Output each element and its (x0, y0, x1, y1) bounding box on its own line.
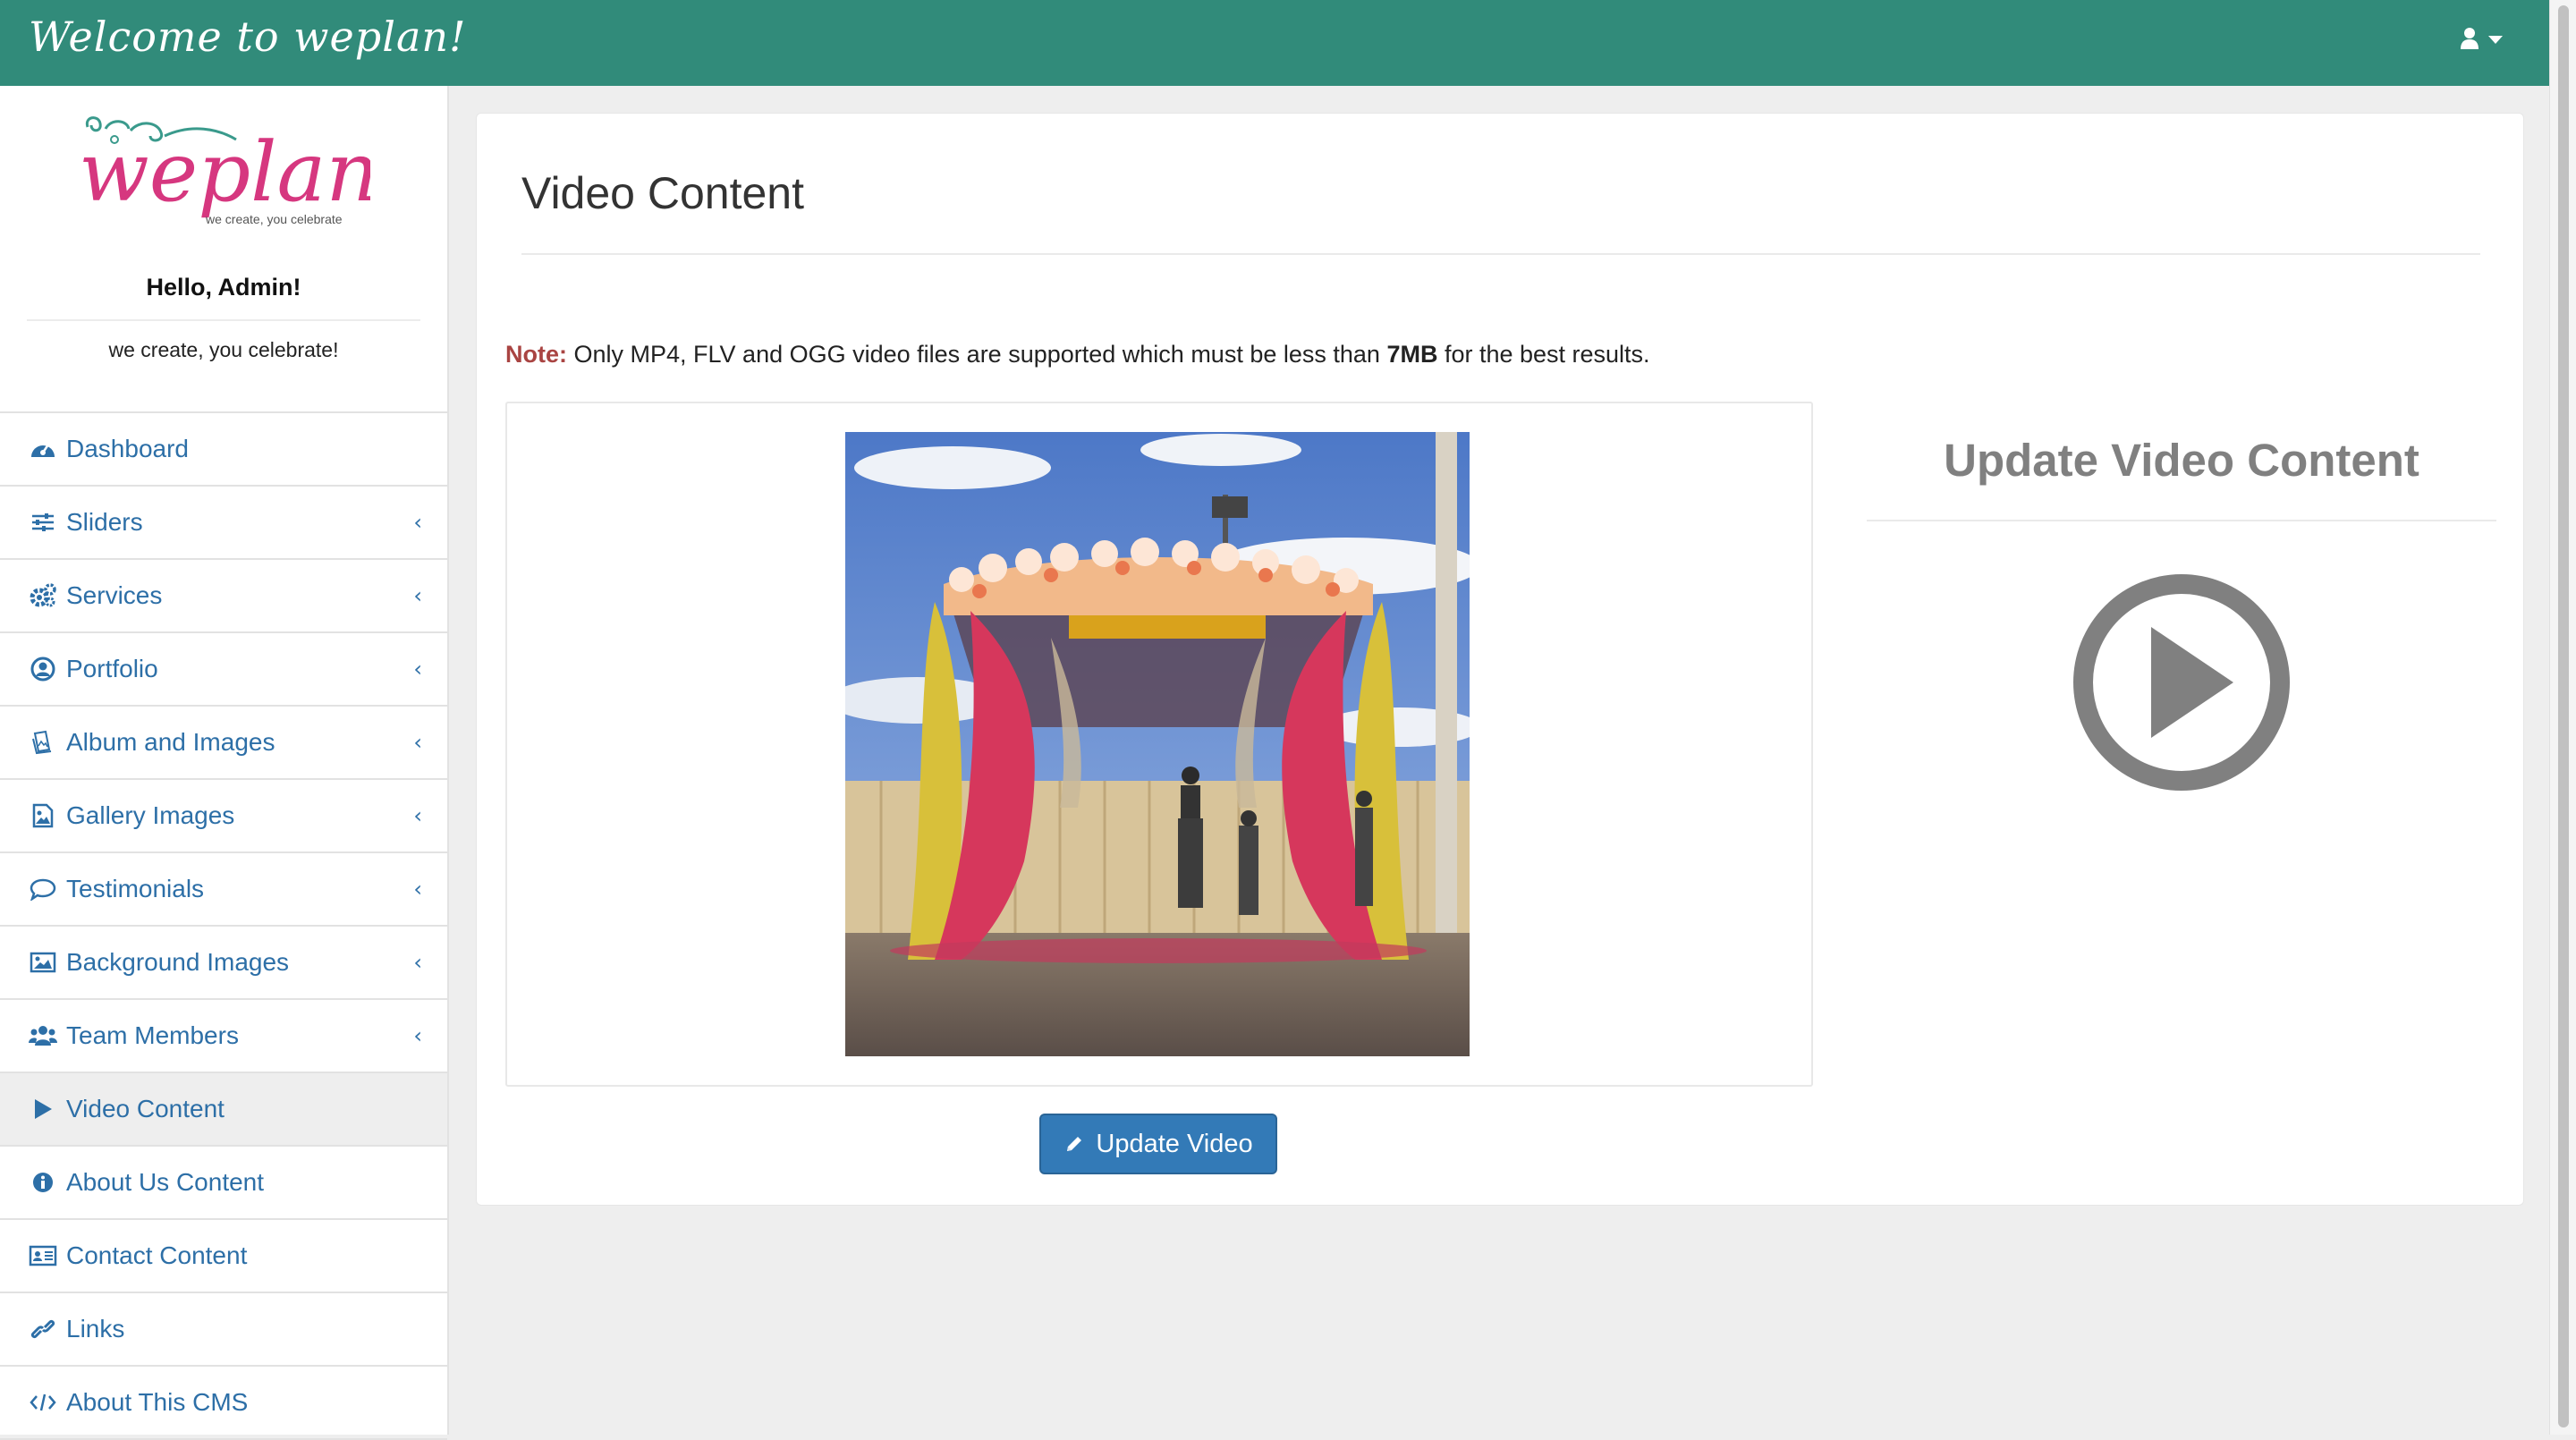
sidebar-item-sliders[interactable]: Sliders ‹ (0, 487, 447, 560)
sidebar-item-label: Dashboard (66, 435, 189, 462)
chevron-left-icon: ‹ (413, 803, 422, 828)
sidebar-item-links[interactable]: Links (0, 1293, 447, 1367)
chevron-left-icon: ‹ (413, 950, 422, 975)
note-label: Note: (505, 341, 567, 368)
sidebar-item-label: Contact Content (66, 1241, 248, 1269)
chevron-left-icon: ‹ (413, 656, 422, 682)
image-file-icon (29, 801, 57, 830)
note-size: 7MB (1386, 341, 1438, 368)
chevron-left-icon: ‹ (413, 877, 422, 902)
sidebar-item-label: About This CMS (66, 1388, 249, 1416)
dashboard-icon (29, 435, 57, 463)
album-icon (29, 728, 57, 757)
scrollbar-thumb[interactable] (2558, 5, 2569, 1427)
top-navbar: Welcome to weplan! (0, 0, 2549, 86)
sidebar-item-team-members[interactable]: Team Members ‹ (0, 1000, 447, 1073)
sidebar-item-label: Video Content (66, 1095, 225, 1122)
sidebar-item-label: Background Images (66, 948, 290, 976)
link-icon (29, 1315, 57, 1343)
svg-text:weplan: weplan (79, 124, 370, 220)
info-icon (29, 1168, 57, 1197)
chevron-down-icon (2488, 35, 2503, 44)
sidebar-item-testimonials[interactable]: Testimonials ‹ (0, 853, 447, 927)
sidebar-menu: Dashboard Sliders ‹ Services ‹ Portfolio… (0, 411, 447, 1440)
sidebar-item-label: Links (66, 1315, 125, 1343)
note-text: Only MP4, FLV and OGG video files are su… (567, 341, 1387, 368)
user-menu-dropdown[interactable] (2460, 27, 2503, 50)
sidebar-tagline: we create, you celebrate! (108, 338, 339, 361)
video-thumbnail-mandap (845, 432, 1470, 1056)
sidebar-item-label: Team Members (66, 1021, 239, 1049)
divider (521, 253, 2480, 255)
sidebar-item-about-this-cms[interactable]: About This CMS (0, 1367, 447, 1440)
update-video-button[interactable]: Update Video (1039, 1114, 1277, 1174)
comment-icon (29, 875, 57, 903)
sidebar-item-about-us-content[interactable]: About Us Content (0, 1147, 447, 1220)
sidebar: weplan we create, you celebrate Hello, A… (0, 86, 449, 1440)
chevron-left-icon: ‹ (413, 583, 422, 608)
play-icon (29, 1095, 57, 1123)
user-icon (2461, 28, 2479, 49)
sidebar-item-video-content[interactable]: Video Content (0, 1073, 447, 1147)
svg-text:we create, you celebrate: we create, you celebrate (205, 212, 343, 226)
note-text-end: for the best results. (1437, 341, 1650, 368)
content-panel: Video Content Note: Only MP4, FLV and OG… (476, 113, 2524, 1206)
app-title: Welcome to weplan! (29, 13, 467, 61)
video-player[interactable] (845, 432, 1470, 1056)
picture-icon (29, 948, 57, 977)
sidebar-item-label: Sliders (66, 508, 143, 536)
sidebar-item-label: Services (66, 581, 163, 609)
chevron-left-icon: ‹ (413, 730, 422, 755)
code-icon (29, 1388, 57, 1417)
sidebar-item-label: Portfolio (66, 655, 158, 682)
pencil-icon (1067, 1137, 1082, 1151)
users-icon (29, 1021, 57, 1050)
sidebar-item-gallery-images[interactable]: Gallery Images ‹ (0, 780, 447, 853)
divider (1867, 520, 2496, 521)
sidebar-item-contact-content[interactable]: Contact Content (0, 1220, 447, 1293)
sidebar-item-services[interactable]: Services ‹ (0, 560, 447, 633)
update-video-label: Update Video (1096, 1129, 1253, 1158)
sidebar-item-label: Gallery Images (66, 801, 235, 829)
sidebar-item-dashboard[interactable]: Dashboard (0, 413, 447, 487)
weplan-logo: weplan we create, you celebrate (79, 116, 370, 226)
sidebar-item-background-images[interactable]: Background Images ‹ (0, 927, 447, 1000)
chevron-left-icon: ‹ (413, 510, 422, 535)
id-card-icon (29, 1241, 57, 1270)
upload-note: Note: Only MP4, FLV and OGG video files … (505, 341, 1650, 368)
play-circle-icon[interactable] (2072, 573, 2291, 792)
sliders-icon (29, 508, 57, 537)
sidebar-item-album-and-images[interactable]: Album and Images ‹ (0, 707, 447, 780)
sidebar-item-portfolio[interactable]: Portfolio ‹ (0, 633, 447, 707)
sidebar-item-label: Testimonials (66, 875, 205, 902)
video-preview-box (505, 402, 1813, 1087)
chevron-left-icon: ‹ (413, 1023, 422, 1048)
greeting: Hello, Admin! (146, 274, 301, 301)
page-scrollbar[interactable] (2549, 0, 2576, 1435)
divider (27, 319, 420, 321)
cogs-icon (29, 581, 57, 610)
page-title: Video Content (521, 168, 804, 218)
user-circle-icon (29, 655, 57, 683)
update-video-heading: Update Video Content (1944, 435, 2419, 486)
sidebar-item-label: Album and Images (66, 728, 275, 756)
sidebar-item-label: About Us Content (66, 1168, 265, 1196)
